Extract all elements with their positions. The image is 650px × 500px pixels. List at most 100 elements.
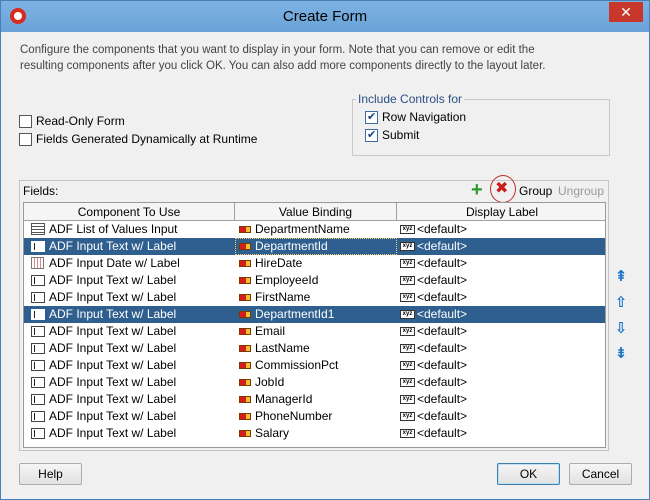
read-only-checkbox[interactable] [19, 114, 32, 128]
table-row[interactable]: ADF Input Text w/ Label DepartmentId1 xyz <… [24, 306, 605, 323]
move-bottom-icon[interactable]: ⇟ [613, 346, 629, 362]
component-text: ADF Input Text w/ Label [49, 409, 177, 423]
binding-text: ManagerId [255, 392, 313, 406]
input-text-icon [31, 411, 45, 422]
component-cell[interactable]: ADF Input Text w/ Label [28, 340, 235, 357]
component-cell[interactable]: ADF Input Text w/ Label [28, 391, 235, 408]
component-cell[interactable]: ADF Input Text w/ Label [28, 272, 235, 289]
attribute-binding-icon [239, 379, 251, 386]
label-text: <default> [417, 409, 468, 423]
label-cell[interactable]: xyz <default> [397, 272, 605, 289]
component-text: ADF Input Text w/ Label [49, 426, 177, 440]
table-row[interactable]: ADF Input Text w/ Label EmployeeId xyz <def… [24, 272, 605, 289]
binding-cell[interactable]: LastName [235, 340, 397, 357]
binding-cell[interactable]: Salary [235, 425, 397, 442]
label-cell[interactable]: xyz <default> [397, 408, 605, 425]
component-text: ADF Input Text w/ Label [49, 273, 177, 287]
label-cell[interactable]: xyz <default> [397, 289, 605, 306]
table-row[interactable]: ADF Input Text w/ Label Email xyz <default> [24, 323, 605, 340]
binding-text: JobId [255, 375, 285, 389]
dynamic-fields-checkbox[interactable] [19, 132, 32, 146]
table-row[interactable]: ADF Input Text w/ Label LastName xyz <defau… [24, 340, 605, 357]
close-button[interactable]: ✕ [609, 2, 643, 22]
binding-cell[interactable]: EmployeeId [235, 272, 397, 289]
label-cell[interactable]: xyz <default> [397, 340, 605, 357]
binding-cell[interactable]: HireDate [235, 255, 397, 272]
table-row[interactable]: ADF Input Text w/ Label PhoneNumber xyz <de… [24, 408, 605, 425]
label-text: <default> [417, 290, 468, 304]
table-row[interactable]: ADF Input Text w/ Label DepartmentId xyz <d… [24, 238, 605, 255]
component-cell[interactable]: ADF Input Text w/ Label [28, 306, 235, 323]
component-text: ADF Input Text w/ Label [49, 239, 177, 253]
binding-cell[interactable]: PhoneNumber [235, 408, 397, 425]
label-cell[interactable]: xyz <default> [397, 391, 605, 408]
dynamic-fields-option[interactable]: Fields Generated Dynamically at Runtime [19, 131, 257, 147]
component-cell[interactable]: ADF Input Text w/ Label [28, 238, 235, 255]
component-cell[interactable]: ADF List of Values Input [28, 221, 235, 238]
input-text-icon [31, 241, 45, 252]
binding-cell[interactable]: JobId [235, 374, 397, 391]
label-cell[interactable]: xyz <default> [397, 323, 605, 340]
dynamic-fields-label: Fields Generated Dynamically at Runtime [36, 132, 258, 146]
attribute-binding-icon [239, 345, 251, 352]
component-cell[interactable]: ADF Input Text w/ Label [28, 357, 235, 374]
table-row[interactable]: ADF Input Text w/ Label FirstName xyz <defa… [24, 289, 605, 306]
fields-label: Fields: [23, 184, 59, 198]
label-cell[interactable]: xyz <default> [397, 238, 605, 255]
help-button[interactable]: Help [19, 463, 82, 485]
table-row[interactable]: ADF Input Date w/ Label HireDate xyz <defau… [24, 255, 605, 272]
row-navigation-checkbox[interactable] [365, 110, 378, 124]
delete-field-icon[interactable]: ✖ [495, 181, 511, 197]
binding-cell[interactable]: FirstName [235, 289, 397, 306]
table-row[interactable]: ADF List of Values Input DepartmentName xy… [24, 221, 605, 238]
label-cell[interactable]: xyz <default> [397, 306, 605, 323]
column-header-component[interactable]: Component To Use [24, 203, 235, 221]
binding-cell[interactable]: DepartmentName [235, 221, 397, 238]
table-row[interactable]: ADF Input Text w/ Label CommissionPct xyz <… [24, 357, 605, 374]
submit-checkbox[interactable] [365, 128, 378, 142]
column-header-label[interactable]: Display Label [397, 203, 605, 221]
group-button[interactable]: Group [519, 184, 552, 198]
ungroup-button[interactable]: Ungroup [558, 184, 604, 198]
label-cell[interactable]: xyz <default> [397, 374, 605, 391]
component-text: ADF Input Date w/ Label [49, 256, 180, 270]
ok-button[interactable]: OK [497, 463, 560, 485]
column-header-binding[interactable]: Value Binding [235, 203, 397, 221]
move-top-icon[interactable]: ⇞ [613, 269, 629, 285]
cancel-button[interactable]: Cancel [569, 463, 632, 485]
label-text: <default> [417, 392, 468, 406]
binding-cell[interactable]: DepartmentId1 [235, 306, 397, 323]
label-text: <default> [417, 358, 468, 372]
attribute-binding-icon [239, 311, 251, 318]
attribute-binding-icon [239, 260, 251, 267]
binding-cell[interactable]: CommissionPct [235, 357, 397, 374]
read-only-option[interactable]: Read-Only Form [19, 113, 125, 129]
component-cell[interactable]: ADF Input Date w/ Label [28, 255, 235, 272]
move-up-icon[interactable]: ⇧ [613, 295, 629, 311]
binding-text: LastName [255, 341, 310, 355]
label-cell[interactable]: xyz <default> [397, 221, 605, 238]
component-cell[interactable]: ADF Input Text w/ Label [28, 289, 235, 306]
row-navigation-option[interactable]: Row Navigation [365, 109, 466, 125]
add-field-icon[interactable]: + [471, 180, 487, 200]
component-cell[interactable]: ADF Input Text w/ Label [28, 323, 235, 340]
move-down-icon[interactable]: ⇩ [613, 321, 629, 337]
table-row[interactable]: ADF Input Text w/ Label Salary xyz <default… [24, 425, 605, 442]
component-text: ADF Input Text w/ Label [49, 341, 177, 355]
label-cell[interactable]: xyz <default> [397, 255, 605, 272]
attribute-binding-icon [239, 430, 251, 437]
binding-cell[interactable]: Email [235, 323, 397, 340]
component-cell[interactable]: ADF Input Text w/ Label [28, 425, 235, 442]
table-row[interactable]: ADF Input Text w/ Label JobId xyz <default> [24, 374, 605, 391]
binding-cell[interactable]: ManagerId [235, 391, 397, 408]
component-cell[interactable]: ADF Input Text w/ Label [28, 408, 235, 425]
component-cell[interactable]: ADF Input Text w/ Label [28, 374, 235, 391]
binding-text: HireDate [255, 256, 303, 270]
label-cell[interactable]: xyz <default> [397, 425, 605, 442]
table-row[interactable]: ADF Input Text w/ Label ManagerId xyz <defa… [24, 391, 605, 408]
attribute-binding-icon [239, 328, 251, 335]
label-text-icon: xyz [400, 276, 415, 285]
label-cell[interactable]: xyz <default> [397, 357, 605, 374]
submit-option[interactable]: Submit [365, 127, 419, 143]
label-text-icon: xyz [400, 344, 415, 353]
